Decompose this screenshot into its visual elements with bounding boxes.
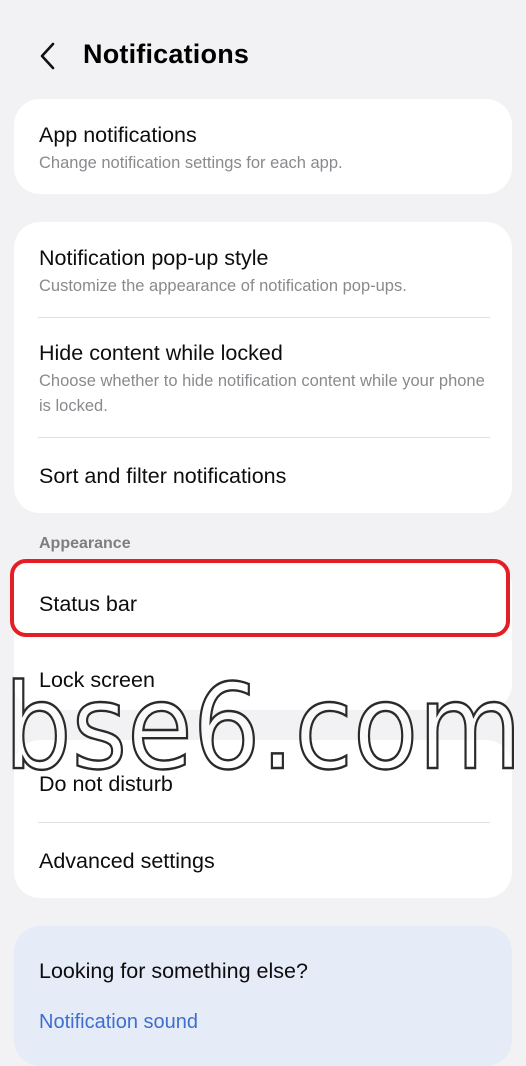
sort-filter-item[interactable]: Sort and filter notifications [39, 463, 490, 489]
divider [38, 437, 490, 438]
divider [38, 822, 490, 823]
notification-sound-link[interactable]: Notification sound [39, 1011, 198, 1034]
hide-content-subtitle: Choose whether to hide notification cont… [39, 372, 485, 415]
do-not-disturb-item[interactable]: Do not disturb [39, 771, 490, 797]
appearance-section-label: Appearance [39, 535, 131, 552]
popup-style-item[interactable]: Notification pop-up style Customize the … [39, 245, 490, 299]
back-button[interactable] [30, 38, 66, 74]
lock-screen-title: Lock screen [39, 668, 155, 692]
app-notifications-title: App notifications [39, 123, 197, 147]
suggestions-title: Looking for something else? [39, 959, 308, 983]
hide-content-title: Hide content while locked [39, 341, 283, 365]
advanced-settings-title: Advanced settings [39, 849, 215, 873]
status-bar-title: Status bar [39, 592, 137, 616]
suggestions-card: Looking for something else? Notification… [14, 926, 512, 1066]
app-header: Notifications [0, 20, 526, 92]
app-notifications-item[interactable]: App notifications Change notification se… [39, 122, 490, 176]
app-notifications-card: App notifications Change notification se… [14, 99, 512, 194]
notification-options-card: Notification pop-up style Customize the … [14, 222, 512, 513]
popup-style-title: Notification pop-up style [39, 246, 269, 270]
more-settings-card: Do not disturb Advanced settings [14, 740, 512, 898]
hide-content-item[interactable]: Hide content while locked Choose whether… [39, 340, 490, 419]
page-title: Notifications [83, 39, 250, 69]
lock-screen-item[interactable]: Lock screen [39, 667, 490, 693]
advanced-settings-item[interactable]: Advanced settings [39, 848, 490, 874]
popup-style-subtitle: Customize the appearance of notification… [39, 277, 407, 295]
divider [38, 317, 490, 318]
app-notifications-subtitle: Change notification settings for each ap… [39, 154, 343, 172]
do-not-disturb-title: Do not disturb [39, 772, 173, 796]
chevron-left-icon [40, 42, 55, 70]
status-bar-highlight[interactable]: Status bar [10, 559, 510, 637]
sort-filter-title: Sort and filter notifications [39, 464, 287, 488]
